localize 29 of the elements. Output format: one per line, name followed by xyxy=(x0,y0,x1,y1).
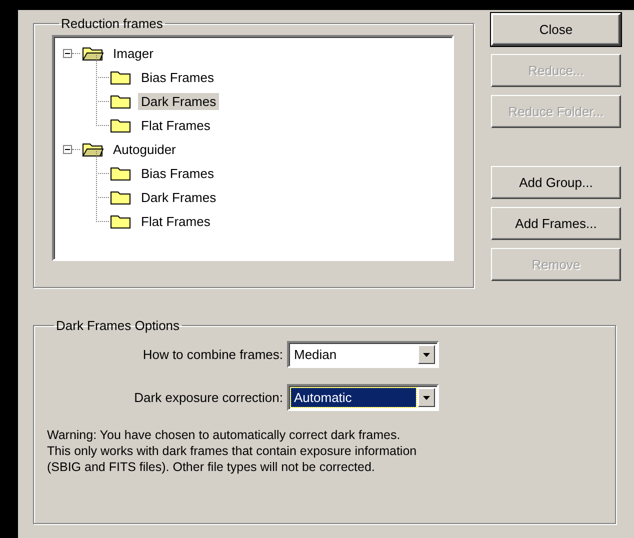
tree-item[interactable]: Flat Frames xyxy=(138,212,214,230)
tree-item[interactable]: Flat Frames xyxy=(138,116,214,134)
dialog-button[interactable]: Close xyxy=(491,13,621,46)
folder-icon xyxy=(110,69,132,85)
group-title: Reduction frames xyxy=(60,16,164,31)
folder-icon xyxy=(82,45,104,61)
dropdown[interactable]: Automatic xyxy=(287,384,439,411)
group-title: Dark Frames Options xyxy=(55,318,181,333)
folder-icon xyxy=(110,93,132,109)
field-label: Dark exposure correction: xyxy=(133,390,284,405)
tree-item[interactable]: Bias Frames xyxy=(138,68,217,86)
folder-icon xyxy=(110,189,132,205)
tree-item[interactable]: Imager xyxy=(110,44,156,62)
tree-item[interactable]: Dark Frames xyxy=(138,92,220,110)
tree-item[interactable]: Bias Frames xyxy=(138,164,217,182)
folder-icon xyxy=(110,117,132,133)
dialog-button[interactable]: Add Frames... xyxy=(491,207,621,240)
dropdown[interactable]: Median xyxy=(287,341,439,368)
folder-icon xyxy=(82,141,104,157)
collapse-icon[interactable] xyxy=(63,144,72,154)
collapse-icon[interactable] xyxy=(63,48,72,58)
tree-item[interactable]: Dark Frames xyxy=(138,188,220,206)
dialog-button[interactable]: Add Group... xyxy=(491,166,621,199)
warning-text: Warning: You have chosen to automatically correct dark frames. This only works with dark frames that contain exposure information (SBIG and FITS files). Other file types will not be corrected. xyxy=(47,427,418,475)
field-label: How to combine frames: xyxy=(142,347,284,362)
folder-icon xyxy=(110,213,132,229)
tree-item[interactable]: Autoguider xyxy=(110,140,179,158)
folder-icon xyxy=(110,165,132,181)
tree-view[interactable]: Imager Bias Frames Dark Frames Flat Frames Autoguider Bias Frames Dark Frames Flat Frames xyxy=(52,35,454,261)
